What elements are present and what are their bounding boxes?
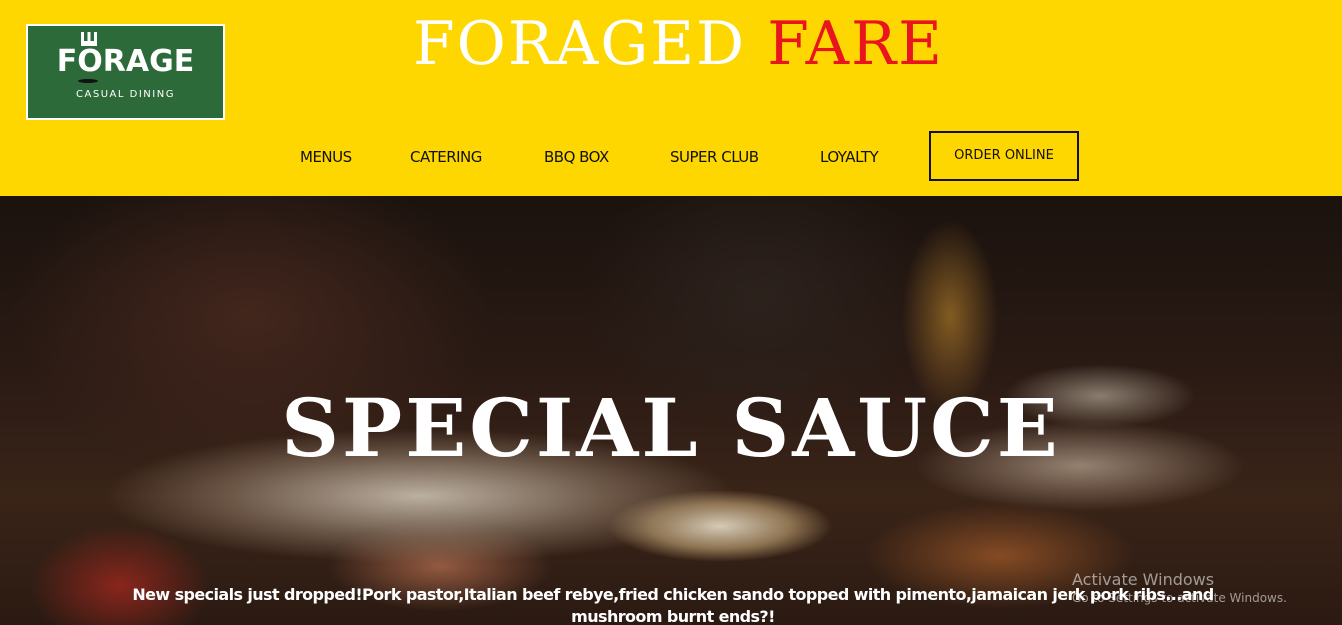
nav-item-loyalty[interactable]: LOYALTY <box>820 148 879 166</box>
site-title: FORAGED FARE <box>0 4 1342 84</box>
site-title-part1: FORAGED <box>413 9 747 79</box>
nav-item-menus[interactable]: MENUS <box>300 148 352 166</box>
site-header: FORAGE CASUAL DINING FORAGED FARE MENUS … <box>0 0 1342 196</box>
watermark-line1: Activate Windows <box>1072 570 1215 589</box>
hero-title: SPECIAL SAUCE <box>281 381 1061 475</box>
hero-banner: SPECIAL SAUCE New specials just dropped!… <box>0 196 1342 625</box>
activate-windows-watermark: Activate Windows Go to Settings to activ… <box>1072 570 1287 606</box>
nav-item-catering[interactable]: CATERING <box>410 148 482 166</box>
nav-item-bbq-box[interactable]: BBQ BOX <box>544 148 609 166</box>
nav-item-super-club[interactable]: SUPER CLUB <box>670 148 759 166</box>
main-nav: MENUS CATERING BBQ BOX SUPER CLUB LOYALT… <box>0 131 1342 181</box>
logo-subtitle: CASUAL DINING <box>76 89 175 100</box>
site-title-part2: FARE <box>767 9 944 79</box>
order-online-button[interactable]: ORDER ONLINE <box>929 131 1079 181</box>
watermark-line2: Go to Settings to activate Windows. <box>1072 591 1287 605</box>
